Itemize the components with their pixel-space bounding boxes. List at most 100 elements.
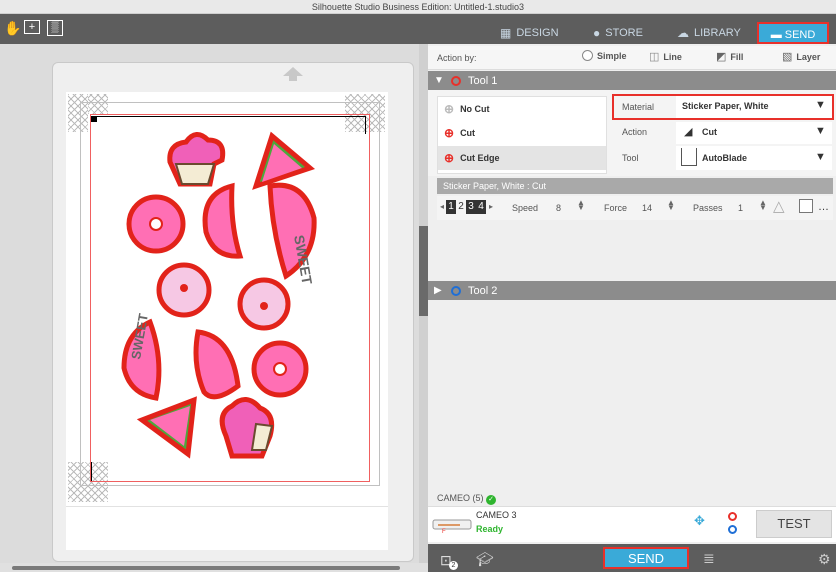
tool-dropdown-icon[interactable]: ▼ (815, 151, 826, 163)
test-button-label: TEST (777, 516, 811, 531)
material-summary-text: Sticker Paper, White : Cut (443, 181, 547, 191)
force-stepper-icon[interactable]: ▲ ▼ (667, 199, 675, 212)
move-blade-arrows-icon[interactable]: ✥ (694, 513, 705, 529)
send-button-label: SEND (627, 551, 665, 566)
tool2-header[interactable]: ▶ Tool 2 (428, 281, 836, 301)
sticker-design[interactable]: SWEET SWEET (120, 124, 350, 464)
watermelon-sweet-1[interactable]: SWEET (267, 182, 317, 286)
design-grid-icon: ▦ (500, 26, 512, 40)
more-options-icon[interactable]: … (818, 201, 829, 213)
donut-sticker-1[interactable] (126, 194, 186, 254)
blade-digit-3: 3 (466, 200, 476, 214)
overcut-checkbox[interactable] (799, 199, 813, 213)
action-by-layer[interactable]: ▧ Layer (782, 50, 820, 63)
tab-send[interactable]: ▬ SEND (757, 22, 829, 44)
line-icon: ◫ (649, 51, 660, 63)
line-label: Line (663, 51, 682, 62)
action-select[interactable] (676, 122, 832, 144)
feed-arrow-icon[interactable] (282, 66, 304, 82)
cameo-machine-icon: F (432, 519, 472, 534)
action-dropdown-icon[interactable]: ▼ (815, 125, 826, 137)
device-name: CAMEO 3 (476, 510, 517, 520)
passes-label: Passes (693, 203, 723, 213)
window-title: Silhouette Studio Business Edition: Unti… (311, 2, 525, 12)
zoom-box-icon[interactable]: + (24, 20, 40, 34)
canvas-horizontal-scroll-thumb[interactable] (12, 566, 400, 570)
pattern-icon[interactable]: ▒ (47, 20, 63, 36)
force-value[interactable]: 14 (642, 203, 652, 213)
cut-edge-icon: ⊕ (444, 151, 455, 165)
material-dropdown-icon[interactable]: ▼ (815, 99, 826, 111)
no-cut-icon: ⊕ (444, 102, 455, 116)
cut-option-cut-edge[interactable]: ⊕ Cut Edge (438, 146, 606, 170)
cupcake-sticker-1[interactable] (167, 132, 226, 187)
line-segment-overcut-icon[interactable]: △ (773, 197, 785, 215)
tab-design-label: DESIGN (516, 27, 559, 39)
tab-store[interactable]: ● STORE (593, 22, 643, 44)
watermelon-wedge-bitten[interactable] (202, 182, 244, 259)
expand-arrow-icon[interactable]: ▶ (434, 281, 442, 301)
no-cut-label: No Cut (460, 104, 490, 114)
donut-sticker-bitten-2[interactable] (237, 277, 291, 331)
tutorial-cap-icon[interactable]: 🎓︎ (476, 551, 494, 568)
speed-value[interactable]: 8 (556, 203, 561, 213)
donut-sticker-bitten-1[interactable] (156, 262, 212, 318)
tab-library[interactable]: ☁ LIBRARY (677, 22, 741, 44)
tool2-area (428, 300, 836, 490)
action-by-row (428, 46, 836, 70)
connected-check-icon: ✓ (486, 495, 497, 505)
device-list-label: CAMEO (5) (437, 493, 484, 503)
svg-text:F: F (442, 529, 446, 534)
fill-icon: ◩ (716, 51, 727, 63)
send-button[interactable]: SEND (603, 547, 689, 569)
action-by-fill[interactable]: ◩ Fill (716, 50, 743, 63)
simple-radio-icon (582, 50, 593, 61)
tab-design[interactable]: ▦ DESIGN (500, 22, 559, 44)
cut-option-cut[interactable]: ⊕ Cut (438, 121, 606, 145)
tool1-red-circle-icon (451, 76, 461, 86)
tool-holder-icon[interactable] (728, 512, 738, 536)
layer-label: Layer (796, 51, 821, 62)
tab-send-label: SEND (784, 29, 816, 41)
action-by-label: Action by: (437, 53, 477, 63)
action-by-simple[interactable]: Simple (582, 50, 627, 61)
donut-sticker-2[interactable] (251, 340, 309, 398)
blade-depth-selector[interactable]: 1 2 3 4 (446, 200, 486, 214)
send-machine-icon: ▬ (770, 29, 782, 41)
blade-decrease-icon[interactable]: ◂ (440, 202, 444, 211)
device-list-header: CAMEO (5) ✓ (437, 493, 497, 505)
job-list-icon[interactable]: ≣ (703, 550, 715, 567)
tab-library-label: LIBRARY (694, 27, 741, 39)
canvas-vertical-scroll-thumb[interactable] (419, 226, 428, 316)
action-value: Cut (702, 127, 717, 137)
machine-count-badge: 2 (449, 561, 458, 570)
passes-stepper-icon[interactable]: ▲ ▼ (759, 199, 767, 212)
watermelon-sweet-2[interactable]: SWEET (121, 312, 162, 401)
cut-option-no-cut[interactable]: ⊕ No Cut (438, 97, 606, 121)
cupcake-sticker-2[interactable] (219, 397, 275, 459)
collapse-arrow-icon[interactable]: ▼ (434, 71, 444, 91)
material-label: Material (622, 102, 655, 112)
hand-icon[interactable]: ✋ (4, 20, 21, 36)
blade-digit-2: 2 (458, 201, 464, 212)
tab-store-label: STORE (605, 27, 643, 39)
cut-edge-label: Cut Edge (460, 153, 500, 163)
action-by-line[interactable]: ◫ Line (649, 50, 682, 63)
watermelon-slice-2[interactable] (136, 396, 197, 459)
test-button[interactable]: TEST (756, 510, 832, 538)
watermelon-wedge-2[interactable] (193, 329, 241, 400)
tool2-blue-circle-icon (451, 286, 461, 296)
passes-value[interactable]: 1 (738, 203, 743, 213)
settings-gear-icon[interactable]: ⚙ (818, 551, 831, 568)
tool2-title: Tool 2 (468, 285, 498, 297)
tool-value: AutoBlade (702, 153, 747, 163)
tool-select[interactable] (676, 146, 832, 170)
blade-increase-icon[interactable]: ▸ (489, 202, 493, 211)
mat-grid (66, 506, 388, 550)
tool1-header[interactable]: ▼ Tool 1 (428, 71, 836, 91)
blade-digit-4: 4 (476, 200, 486, 214)
action-label: Action (622, 127, 648, 137)
speed-stepper-icon[interactable]: ▲ ▼ (577, 199, 585, 212)
simple-label: Simple (597, 50, 627, 61)
watermelon-slice-1[interactable] (252, 131, 316, 190)
